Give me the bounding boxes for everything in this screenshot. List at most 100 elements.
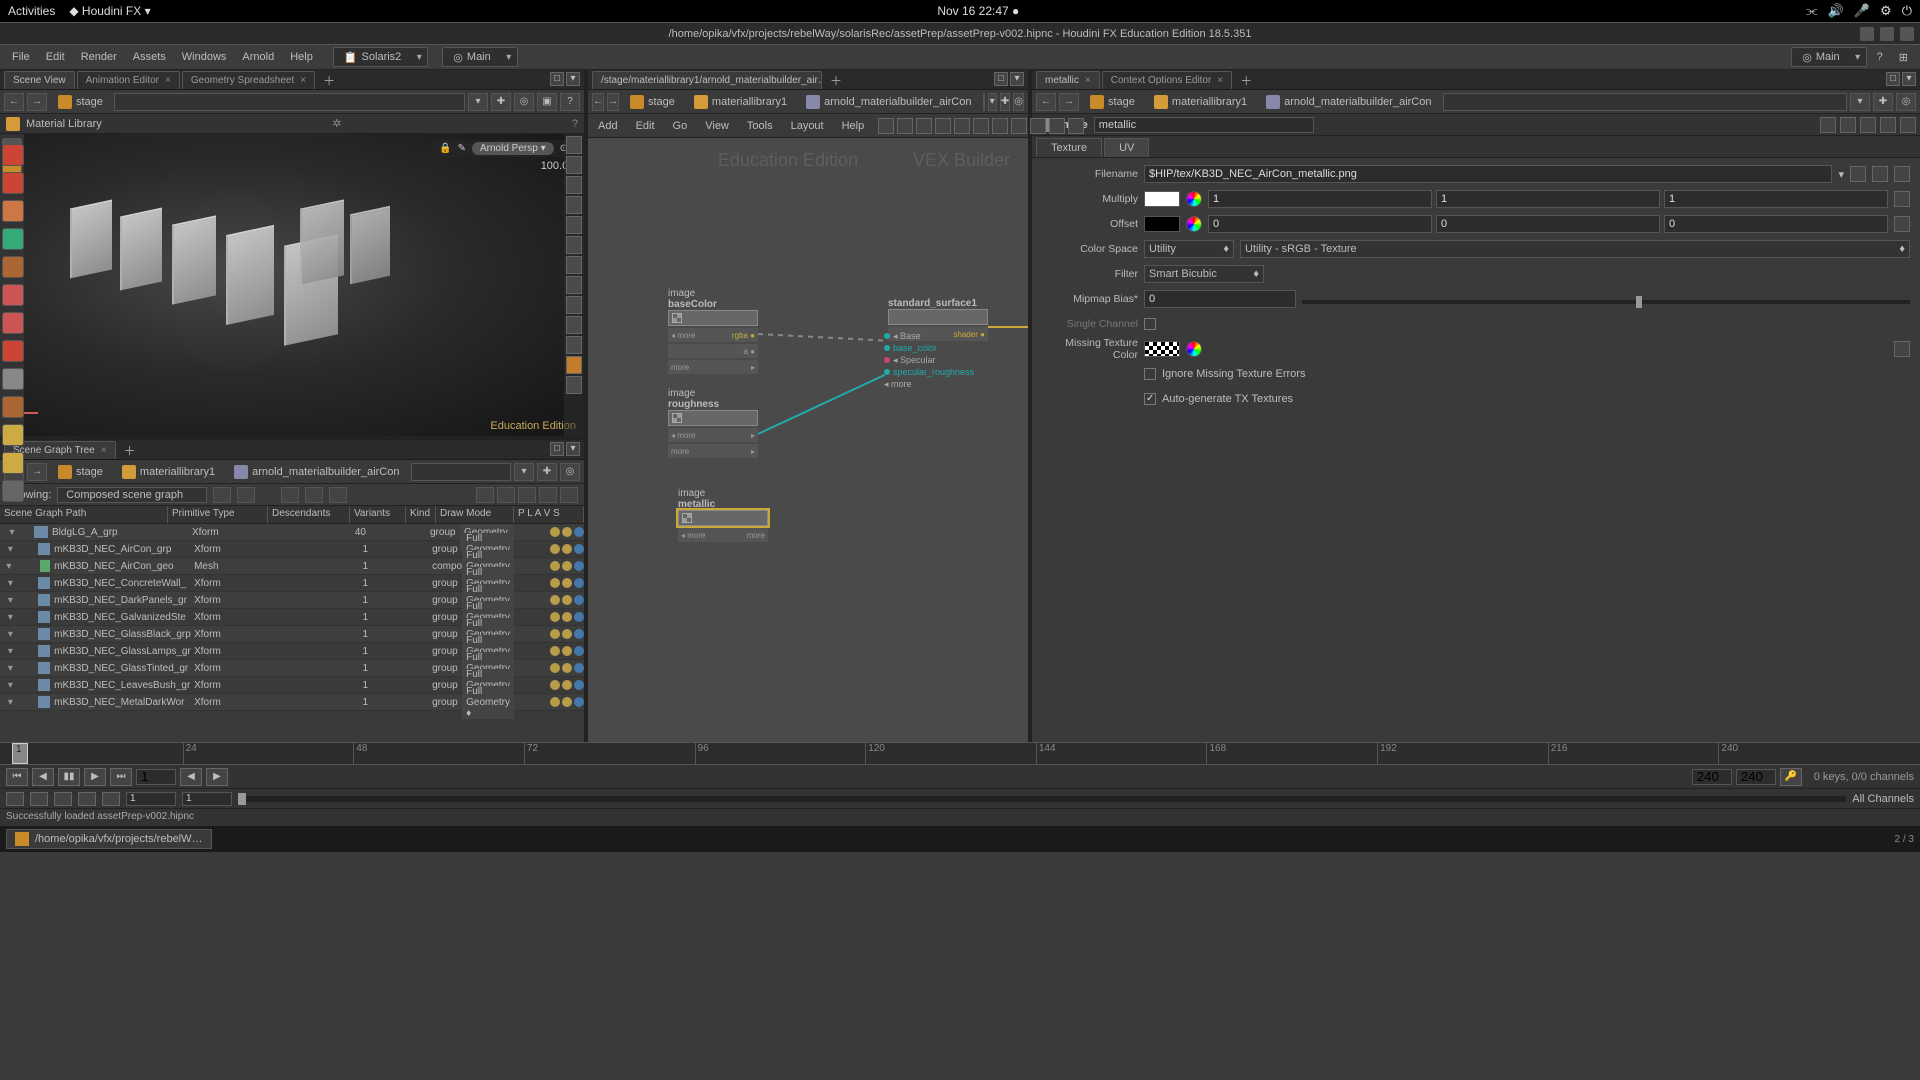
- grid-icon[interactable]: [566, 236, 582, 254]
- col-drawmode[interactable]: Draw Mode: [436, 506, 514, 523]
- mic-icon[interactable]: 🎤: [1854, 3, 1870, 19]
- param-tab-uv[interactable]: UV: [1104, 138, 1149, 157]
- add-node-icon[interactable]: ✚: [1873, 93, 1893, 111]
- maximize-pane-icon[interactable]: □: [1886, 72, 1900, 86]
- col-type[interactable]: Primitive Type: [168, 506, 268, 523]
- add-node-icon[interactable]: ✚: [491, 93, 511, 111]
- key-mode-icon[interactable]: 🔑: [1780, 768, 1802, 786]
- ng-tool-icon[interactable]: [878, 118, 894, 134]
- prev-key-button[interactable]: ◀: [180, 768, 202, 786]
- camera-icon[interactable]: [566, 316, 582, 334]
- add-tab-button[interactable]: ＋: [317, 72, 341, 89]
- dock-icon[interactable]: [2, 396, 24, 418]
- tab-node-params[interactable]: metallic×: [1036, 71, 1100, 89]
- ng-tool-icon[interactable]: [973, 118, 989, 134]
- menu-file[interactable]: File: [6, 48, 36, 66]
- mipmap-slider[interactable]: [1302, 300, 1910, 304]
- add-tab-button[interactable]: ＋: [118, 442, 142, 459]
- edit-icon[interactable]: ✎: [458, 143, 466, 154]
- menu-edit[interactable]: Edit: [40, 48, 71, 66]
- offset-r[interactable]: [1208, 215, 1432, 233]
- nav-back-icon[interactable]: ←: [592, 93, 604, 111]
- audio-icon[interactable]: [102, 792, 120, 806]
- channels-label[interactable]: All Channels: [1852, 793, 1914, 805]
- tab-context-options[interactable]: Context Options Editor×: [1102, 71, 1232, 89]
- close-icon[interactable]: ×: [1085, 75, 1091, 86]
- app-menu[interactable]: ◆ Houdini FX ▾: [69, 4, 150, 18]
- network-icon[interactable]: ⫘: [1806, 3, 1818, 19]
- nav-fwd-icon[interactable]: →: [1059, 93, 1079, 111]
- window-maximize-button[interactable]: [1880, 27, 1894, 41]
- play-back-button[interactable]: ▮▮: [58, 768, 80, 786]
- tab-nodegraph[interactable]: /stage/materiallibrary1/arnold_materialb…: [592, 71, 822, 89]
- radial-menu-selector[interactable]: ◎ Main▾: [442, 47, 517, 67]
- close-icon[interactable]: ×: [101, 445, 107, 456]
- dropdown-icon[interactable]: ▾: [1838, 168, 1844, 181]
- node-metallic[interactable]: imagemetallic ◂ moremore: [678, 488, 768, 542]
- single-channel-checkbox[interactable]: [1144, 318, 1156, 330]
- node-name-input[interactable]: [1094, 117, 1314, 133]
- gear-icon[interactable]: [1894, 341, 1910, 357]
- gear-icon[interactable]: [1894, 216, 1910, 232]
- dock-icon[interactable]: [2, 200, 24, 222]
- ng-edit[interactable]: Edit: [632, 118, 659, 134]
- help-icon[interactable]: ?: [1871, 48, 1889, 66]
- color-icon[interactable]: [566, 356, 582, 374]
- color-picker-icon[interactable]: [1186, 191, 1202, 207]
- filter-btn-4[interactable]: [305, 487, 323, 503]
- stage-icon[interactable]: [566, 376, 582, 394]
- breadcrumb[interactable]: stage: [622, 93, 683, 111]
- ghost-icon[interactable]: [566, 216, 582, 234]
- nav-back-icon[interactable]: ←: [4, 93, 24, 111]
- expand-icon[interactable]: [497, 487, 515, 503]
- col-variants[interactable]: Variants: [350, 506, 406, 523]
- add-tab-button[interactable]: ＋: [1234, 72, 1258, 89]
- nav-dropdown-icon[interactable]: ▾: [988, 93, 997, 111]
- dock-icon[interactable]: [2, 172, 24, 194]
- scene-graph-body[interactable]: ▾BldgLG_A_grpXform40groupFull Geometry ♦…: [0, 524, 584, 742]
- param-tab-texture[interactable]: Texture: [1036, 138, 1102, 157]
- range-start-input[interactable]: [126, 792, 176, 806]
- dock-icon[interactable]: [2, 340, 24, 362]
- dock-icon[interactable]: [2, 284, 24, 306]
- goto-end-button[interactable]: ⏭: [110, 768, 132, 786]
- volume-icon[interactable]: 🔊: [1828, 3, 1844, 19]
- ng-tool-icon[interactable]: [954, 118, 970, 134]
- col-desc[interactable]: Descendants: [268, 506, 350, 523]
- dock-icon[interactable]: [2, 312, 24, 334]
- breadcrumb[interactable]: arnold_materialbuilder_airCon: [1258, 93, 1439, 111]
- range-end-input[interactable]: [1692, 769, 1732, 785]
- ng-tool-icon[interactable]: [992, 118, 1008, 134]
- ng-go[interactable]: Go: [669, 118, 692, 134]
- window-close-button[interactable]: [1900, 27, 1914, 41]
- close-icon[interactable]: ×: [1217, 75, 1223, 86]
- ng-tool-icon[interactable]: [1030, 118, 1046, 134]
- multiply-b[interactable]: [1664, 190, 1888, 208]
- ng-tools[interactable]: Tools: [743, 118, 777, 134]
- pin-icon[interactable]: ◎: [560, 463, 580, 481]
- nav-dropdown-icon[interactable]: ▾: [514, 463, 534, 481]
- key-icon[interactable]: [30, 792, 48, 806]
- lighting-icon[interactable]: [566, 176, 582, 194]
- loop-icon[interactable]: [54, 792, 72, 806]
- drawmode-select[interactable]: Full Geometry ♦: [462, 686, 514, 719]
- maximize-pane-icon[interactable]: □: [550, 72, 564, 86]
- node-info-icon[interactable]: [1840, 117, 1856, 133]
- ng-tool-icon[interactable]: [1049, 118, 1065, 134]
- realtime-icon[interactable]: [78, 792, 96, 806]
- auto-key-icon[interactable]: [6, 792, 24, 806]
- gear-icon[interactable]: ✲: [332, 117, 341, 130]
- timeline-playhead[interactable]: 1: [12, 743, 28, 764]
- menu-windows[interactable]: Windows: [176, 48, 233, 66]
- param-settings-icon[interactable]: [1860, 117, 1876, 133]
- ignore-missing-checkbox[interactable]: [1144, 368, 1156, 380]
- workspace-indicator[interactable]: 2 / 3: [1895, 834, 1914, 845]
- lock-cam-icon[interactable]: [566, 296, 582, 314]
- ng-tool-icon[interactable]: [1011, 118, 1027, 134]
- tab-animation-editor[interactable]: Animation Editor×: [77, 71, 180, 89]
- power-icon[interactable]: ⏻: [1902, 3, 1912, 19]
- tab-scene-view[interactable]: Scene View: [4, 71, 75, 89]
- dock-icon[interactable]: [2, 228, 24, 250]
- file-browse-icon[interactable]: [1850, 166, 1866, 182]
- lock-icon[interactable]: 🔒: [439, 143, 451, 154]
